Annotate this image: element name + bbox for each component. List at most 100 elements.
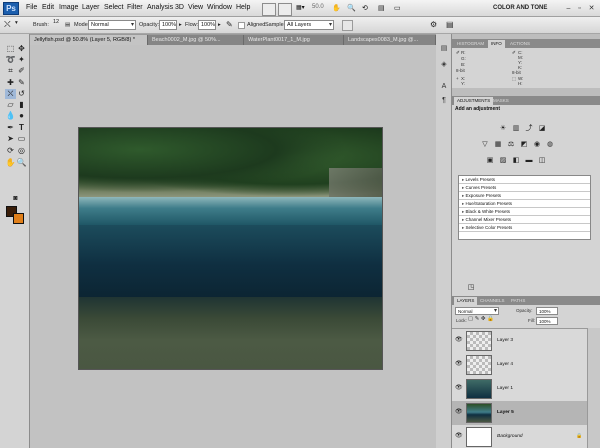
layer-row[interactable]: 👁 Layer 3 [452,329,587,354]
background-color-swatch[interactable] [13,213,24,224]
flow-input[interactable]: 100% [198,20,216,30]
brush-preset-icon[interactable]: ▤ [446,20,454,29]
menu-window[interactable]: Window [207,4,232,11]
eye-icon[interactable]: 👁 [455,433,463,440]
3d-rotate-icon[interactable]: ⟳ [5,146,16,156]
bridge-button[interactable] [262,3,276,16]
preset-levels[interactable]: Levels Presets [459,176,590,184]
layers-scrollbar[interactable] [587,328,600,448]
color-balance-icon[interactable]: ⚖ [506,140,516,149]
marquee-tool-icon[interactable]: ⬚ [5,44,16,54]
3d-orbit-icon[interactable]: ◎ [16,146,27,156]
layer-row-selected[interactable]: 👁 Layer 5 [452,401,587,426]
clone-stamp-icon[interactable]: ⛌ [4,19,11,30]
invert-icon[interactable]: ▣ [485,156,495,165]
workspace-switcher[interactable]: COLOR AND TONE [493,3,559,14]
tab-landscapes[interactable]: Landscapes0083_M.jpg @... [344,35,436,45]
shape-tool-icon[interactable]: ▭ [16,134,27,144]
preset-curves[interactable]: Curves Presets [459,184,590,192]
history-brush-icon[interactable]: ↺ [16,89,27,99]
brightness-icon[interactable]: ☀ [498,124,508,133]
mini-bridge-button[interactable] [278,3,292,16]
history-panel-icon[interactable]: ▤ [439,44,449,54]
channel-mixer-icon[interactable]: ◍ [545,140,555,149]
threshold-icon[interactable]: ◧ [511,156,521,165]
character-panel-icon[interactable]: A [439,82,449,92]
extras-icon[interactable]: ▦▾ [296,4,305,11]
fill-input[interactable]: 100% [536,317,558,325]
blend-mode-select[interactable]: Normal [455,307,499,315]
path-selection-icon[interactable]: ➤ [5,134,16,144]
brush-panel-icon[interactable]: ▤ [65,22,70,28]
lasso-tool-icon[interactable]: ➰ [5,55,16,65]
menu-3d[interactable]: 3D [175,4,184,11]
opacity-input[interactable]: 100% [159,20,177,30]
healing-brush-icon[interactable]: ✚ [5,78,16,88]
aligned-checkbox[interactable] [238,22,245,29]
ignore-adjustment-layers-icon[interactable] [342,20,353,31]
lock-icons[interactable]: ▢ ✎ ✥ 🔒 [468,316,494,322]
hand-icon[interactable]: ✋ [332,4,341,12]
layer-opacity-input[interactable]: 100% [536,307,558,315]
dodge-tool-icon[interactable]: ● [16,111,27,121]
tab-beach[interactable]: Beach0002_M.jpg @ 50%... [148,35,244,45]
pen-tool-icon[interactable]: ✒ [5,123,16,133]
preset-hue-saturation[interactable]: Hue/Saturation Presets [459,200,590,208]
tab-waterplant[interactable]: WaterPlant0017_1_M.jpg [244,35,344,45]
minimize-icon[interactable]: – [564,4,573,13]
crop-tool-icon[interactable]: ⌗ [5,66,16,76]
posterize-icon[interactable]: ▨ [498,156,508,165]
hue-saturation-icon[interactable]: ▦ [493,140,503,149]
exposure-icon[interactable]: ◪ [537,124,547,133]
zoom-icon[interactable]: 🔍 [347,4,356,12]
brush-tool-icon[interactable]: ✎ [16,78,27,88]
tab-paths[interactable]: PATHS [508,297,528,305]
preset-exposure[interactable]: Exposure Presets [459,192,590,200]
clone-stamp-tool-icon[interactable]: ⛌ [5,89,16,99]
tab-layers[interactable]: LAYERS [454,297,478,305]
hand-tool-icon[interactable]: ✋ [5,158,16,168]
menu-edit[interactable]: Edit [42,4,54,11]
preset-black-white[interactable]: Black & White Presets [459,208,590,216]
curves-icon[interactable]: ⤴ [524,124,534,133]
mode-select[interactable]: Normal [88,20,136,30]
eyedropper-icon[interactable]: ✐ [16,66,27,76]
clip-to-layer-icon[interactable]: ◳ [466,283,476,292]
preset-selective-color[interactable]: Selective Color Presets [459,224,590,232]
menu-filter[interactable]: Filter [127,4,143,11]
layer-row[interactable]: 👁 Layer 4 [452,353,587,378]
tab-info[interactable]: INFO [488,40,505,48]
selective-color-icon[interactable]: ◫ [537,156,547,165]
menu-select[interactable]: Select [104,4,123,11]
screen-mode-icon[interactable]: ▭ [394,4,401,12]
move-tool-icon[interactable]: ✥ [16,44,27,54]
eye-icon[interactable]: 👁 [455,361,463,368]
menu-help[interactable]: Help [236,4,250,11]
tab-adjustments[interactable]: ADJUSTMENTS [454,97,494,105]
vibrance-icon[interactable]: ▽ [480,140,490,149]
eye-icon[interactable]: 👁 [455,385,463,392]
arrange-icon[interactable]: ▤ [378,4,385,12]
brush-size[interactable]: 12 [53,19,59,25]
document-canvas[interactable] [79,128,382,369]
sample-select[interactable]: All Layers [284,20,334,30]
airbrush-icon[interactable]: ✎ [226,20,233,29]
eraser-tool-icon[interactable]: ▱ [5,100,16,110]
gradient-tool-icon[interactable]: ▮ [16,100,27,110]
zoom-tool-icon[interactable]: 🔍 [16,158,27,168]
gradient-map-icon[interactable]: ▬ [524,156,534,165]
type-tool-icon[interactable]: T [16,123,27,133]
restore-icon[interactable]: ▫ [575,4,584,13]
clone-source-icon[interactable]: ⚙ [430,20,437,29]
photo-filter-icon[interactable]: ◉ [532,140,542,149]
paragraph-panel-icon[interactable]: ¶ [439,96,449,106]
flow-slider-icon[interactable]: ▸ [218,22,221,28]
tab-actions[interactable]: ACTIONS [507,40,533,48]
layer-row[interactable]: 👁 Background 🔒 [452,425,587,448]
black-white-icon[interactable]: ◩ [519,140,529,149]
menu-view[interactable]: View [188,4,203,11]
tab-histogram[interactable]: HISTOGRAM [454,40,487,48]
preset-channel-mixer[interactable]: Channel Mixer Presets [459,216,590,224]
tab-masks[interactable]: MASKS [490,97,512,105]
levels-icon[interactable]: ▥ [511,124,521,133]
